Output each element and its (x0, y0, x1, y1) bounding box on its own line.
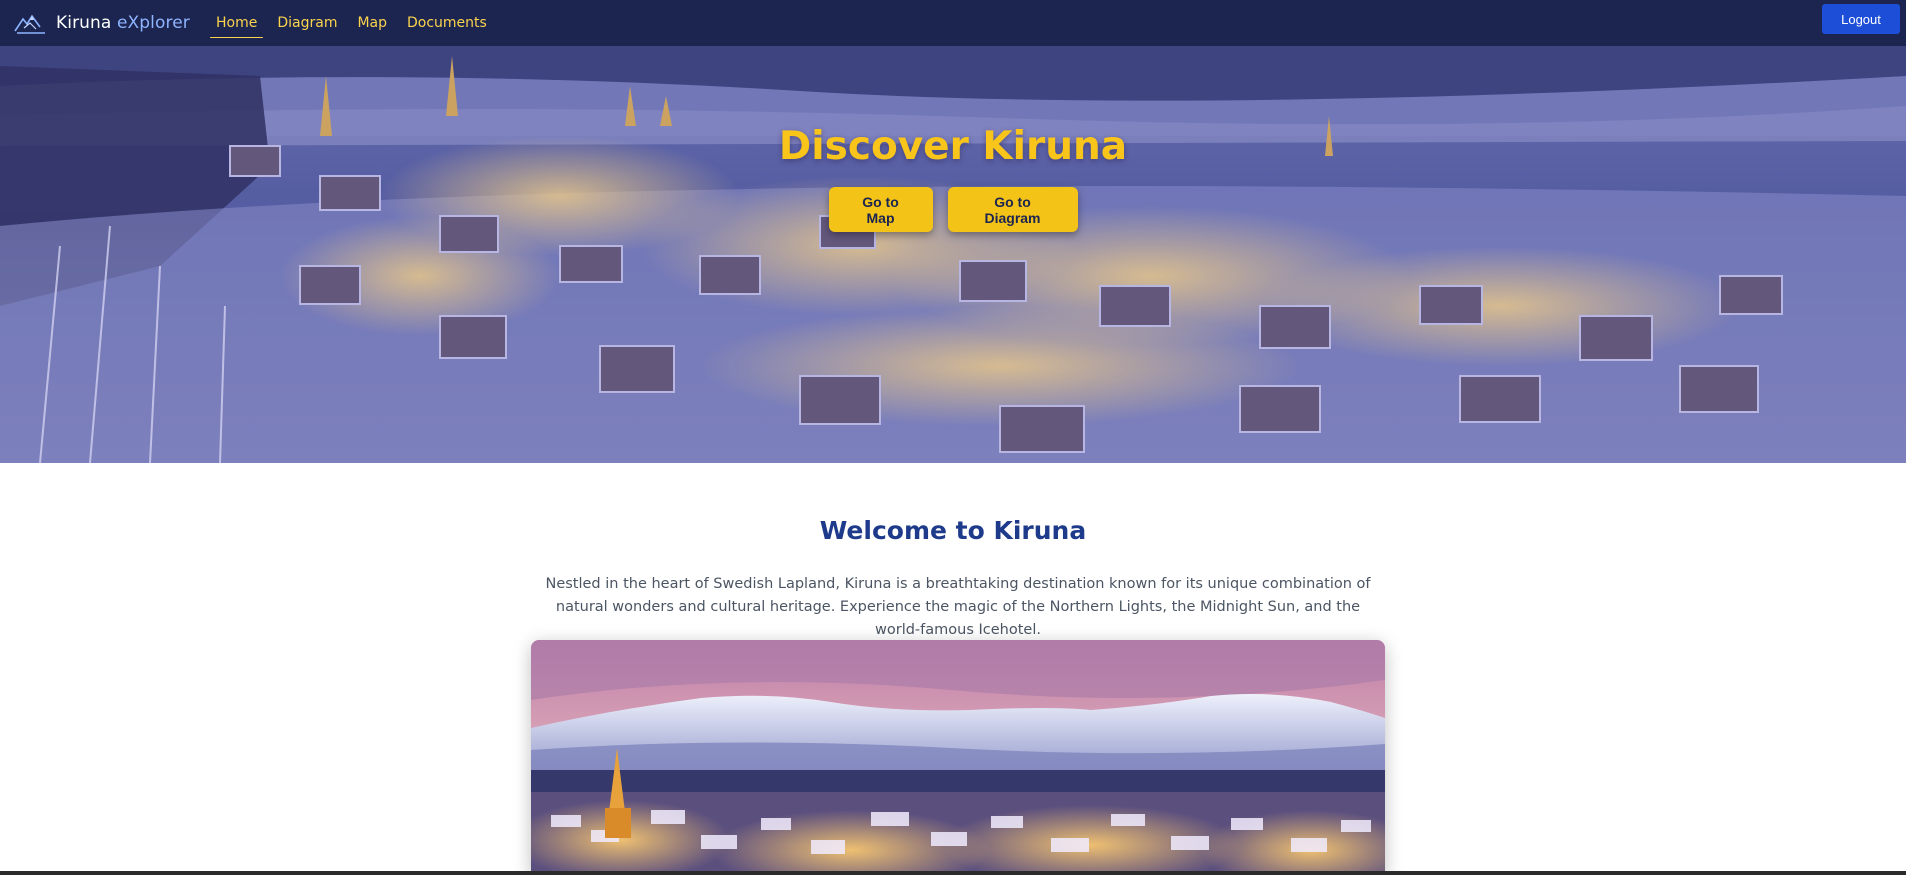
hero-buttons: Go to Map Go to Diagram (0, 187, 1906, 232)
brand[interactable]: Kiruna eXplorer (14, 8, 190, 38)
brand-name-main: Kiruna (56, 13, 112, 33)
nav-link-documents[interactable]: Documents (399, 8, 495, 38)
welcome-title: Welcome to Kiruna (819, 516, 1087, 545)
hero-background-image (0, 46, 1906, 463)
brand-name: Kiruna eXplorer (56, 13, 190, 33)
top-navbar: Kiruna eXplorer Home Diagram Map Documen… (0, 0, 1906, 46)
kiruna-landscape-image (531, 640, 1385, 875)
nav-link-map[interactable]: Map (349, 8, 395, 38)
go-to-map-button[interactable]: Go to Map (828, 187, 933, 232)
nav-link-home[interactable]: Home (208, 8, 265, 38)
bottom-edge (0, 871, 1906, 875)
logout-button[interactable]: Logout (1822, 4, 1900, 34)
mountain-logo-icon (14, 14, 45, 34)
go-to-diagram-button[interactable]: Go to Diagram (947, 187, 1078, 232)
welcome-description: Nestled in the heart of Swedish Lapland,… (545, 576, 1371, 638)
hero-banner: Discover Kiruna Go to Map Go to Diagram (0, 46, 1906, 463)
brand-name-accent: eXplorer (116, 13, 190, 33)
feature-image-card (531, 640, 1385, 875)
hero-title: Discover Kiruna (778, 124, 1128, 169)
nav-link-diagram[interactable]: Diagram (269, 8, 345, 38)
nav-links: Home Diagram Map Documents (208, 0, 499, 46)
